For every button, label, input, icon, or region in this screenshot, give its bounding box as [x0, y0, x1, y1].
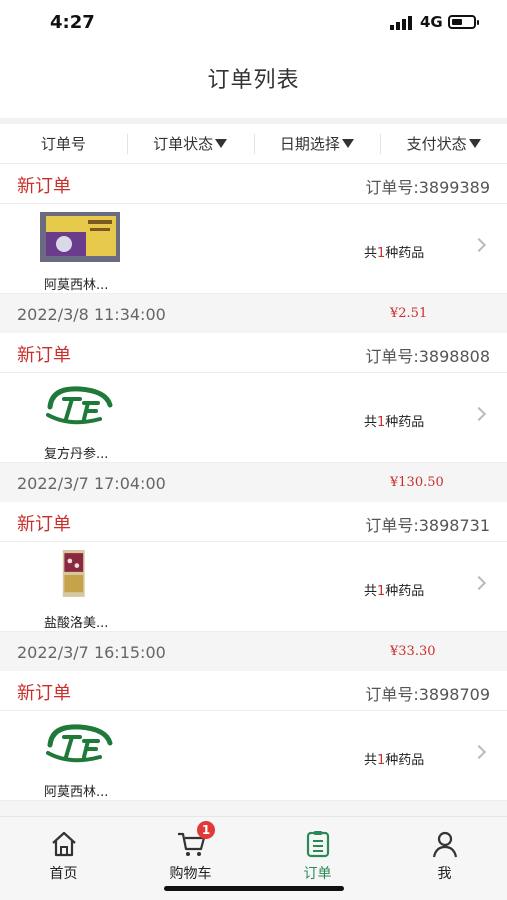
network-type: 4G	[420, 13, 443, 31]
user-icon	[432, 831, 458, 858]
tab-label: 我	[437, 866, 452, 882]
product-name: 阿莫西林...	[44, 785, 109, 800]
order-list-screen: 4:27 4G 订单列表 订单号 订单状态 日期选择 支付状态 新订单 订单号:…	[0, 0, 507, 900]
dropdown-triangle-icon	[341, 139, 354, 148]
status-time: 4:27	[50, 12, 95, 33]
home-icon	[52, 831, 76, 857]
product-name: 盐酸洛美...	[44, 616, 109, 631]
dropdown-triangle-icon	[468, 139, 481, 148]
item-count: 共1种药品	[364, 584, 425, 599]
order-number: 订单号:3898808	[365, 347, 490, 366]
order-body[interactable]: 阿莫西林... 共1种药品	[0, 711, 507, 800]
order-footer: 2022/3/7 16:15:00 ¥33.30	[0, 631, 507, 671]
tab-me[interactable]: 我	[381, 817, 507, 887]
order-date: 2022/3/7 17:04:00	[17, 474, 166, 493]
filter-label: 日期选择	[279, 135, 340, 153]
chevron-right-icon	[471, 406, 487, 422]
status-bar: 4:27 4G	[0, 0, 507, 46]
tab-label: 首页	[49, 866, 78, 882]
order-list: 新订单 订单号:3899389 阿莫西林... 共1种药品 2022/3/8 1…	[0, 164, 507, 816]
home-indicator	[164, 886, 344, 891]
filter-date-select[interactable]: 日期选择	[253, 124, 381, 163]
filter-label: 订单状态	[153, 135, 214, 153]
order-footer: 2022/3/8 11:34:00 ¥2.51	[0, 293, 507, 333]
order-list-icon	[306, 831, 330, 858]
pharmacy-logo-image	[46, 386, 113, 425]
order-header: 新订单 订单号:3898808	[0, 333, 507, 373]
order-price: ¥2.51	[390, 306, 428, 321]
item-count: 共1种药品	[364, 246, 425, 261]
product-name: 阿莫西林...	[44, 278, 109, 293]
order-card[interactable]: 新订单 订单号:3898808 复方丹参... 共1种药品 2022/3/7 1…	[0, 333, 507, 502]
item-count: 共1种药品	[364, 753, 425, 768]
tab-orders[interactable]: 订单	[254, 817, 381, 887]
chevron-right-icon	[471, 237, 487, 253]
order-card[interactable]: 新订单 订单号:3898731 盐酸洛美... 共1种药品 2022/3/7 1…	[0, 502, 507, 671]
order-status: 新订单	[17, 683, 71, 704]
filter-payment-status[interactable]: 支付状态	[380, 124, 507, 163]
order-card[interactable]: 新订单 订单号:3899389 阿莫西林... 共1种药品 2022/3/8 1…	[0, 164, 507, 333]
dropdown-triangle-icon	[215, 139, 228, 148]
order-number: 订单号:3899389	[365, 178, 490, 197]
order-header: 新订单 订单号:3899389	[0, 164, 507, 204]
tab-home[interactable]: 首页	[0, 817, 127, 887]
order-header: 新订单 订单号:3898709	[0, 671, 507, 711]
order-footer	[0, 800, 507, 816]
order-status: 新订单	[17, 514, 71, 535]
order-body[interactable]: 阿莫西林... 共1种药品	[0, 204, 507, 293]
filter-label: 支付状态	[406, 135, 467, 153]
order-footer: 2022/3/7 17:04:00 ¥130.50	[0, 462, 507, 502]
filter-label: 订单号	[40, 135, 86, 153]
order-body[interactable]: 复方丹参... 共1种药品	[0, 373, 507, 462]
medicine-box-image	[40, 212, 120, 262]
item-count: 共1种药品	[364, 415, 425, 430]
order-price: ¥130.50	[390, 475, 444, 490]
filter-order-status[interactable]: 订单状态	[126, 124, 254, 163]
chevron-right-icon	[471, 575, 487, 591]
order-header: 新订单 订单号:3898731	[0, 502, 507, 542]
product-name: 复方丹参...	[44, 447, 109, 462]
tab-label: 购物车	[169, 866, 212, 882]
order-body[interactable]: 盐酸洛美... 共1种药品	[0, 542, 507, 631]
page-title: 订单列表	[207, 68, 300, 93]
order-status: 新订单	[17, 345, 71, 366]
medicine-bottle-image	[62, 550, 85, 597]
filter-order-number[interactable]: 订单号	[0, 124, 127, 163]
order-card[interactable]: 新订单 订单号:3898709 阿莫西林... 共1种药品	[0, 671, 507, 816]
filter-bar: 订单号 订单状态 日期选择 支付状态	[0, 118, 507, 164]
order-number: 订单号:3898709	[365, 685, 490, 704]
tab-cart[interactable]: 1 购物车	[127, 817, 254, 887]
order-status: 新订单	[17, 176, 71, 197]
chevron-right-icon	[471, 744, 487, 760]
battery-icon	[448, 15, 479, 29]
cart-count-badge: 1	[197, 821, 215, 839]
signal-icon	[390, 16, 412, 30]
order-date: 2022/3/7 16:15:00	[17, 643, 166, 662]
pharmacy-logo-image	[46, 724, 113, 763]
order-date: 2022/3/8 11:34:00	[17, 305, 166, 324]
order-number: 订单号:3898731	[365, 516, 490, 535]
order-price: ¥33.30	[390, 644, 436, 659]
tab-label: 订单	[303, 866, 332, 882]
